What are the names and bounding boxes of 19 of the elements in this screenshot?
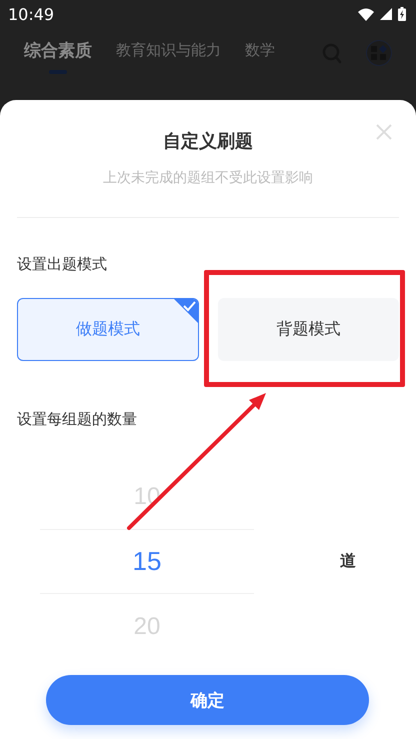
unit-label: 道: [340, 551, 356, 572]
dialog-subtitle: 上次未完成的题组不受此设置影响: [102, 169, 314, 188]
category-tab[interactable]: 数学: [245, 34, 275, 72]
picker-value[interactable]: 15: [40, 529, 254, 594]
status-time: 10:49: [8, 4, 54, 24]
section-label: 设置出题模式: [17, 254, 108, 275]
close-icon[interactable]: [376, 124, 392, 140]
section-label: 设置每组题的数量: [17, 409, 138, 430]
apps-icon[interactable]: [366, 40, 392, 66]
confirm-button[interactable]: 确定: [46, 675, 369, 725]
check-icon: [172, 299, 198, 324]
mode-option[interactable]: 背题模式: [218, 298, 399, 361]
battery-icon: [398, 7, 406, 21]
wifi-icon: [358, 8, 374, 20]
category-tab[interactable]: 教育知识与能力: [116, 34, 221, 72]
dialog-title: 自定义刷题: [162, 130, 254, 154]
signal-icon: [380, 8, 392, 20]
mode-option[interactable]: 做题模式: [17, 298, 198, 361]
category-tab[interactable]: 综合素质: [24, 32, 92, 74]
